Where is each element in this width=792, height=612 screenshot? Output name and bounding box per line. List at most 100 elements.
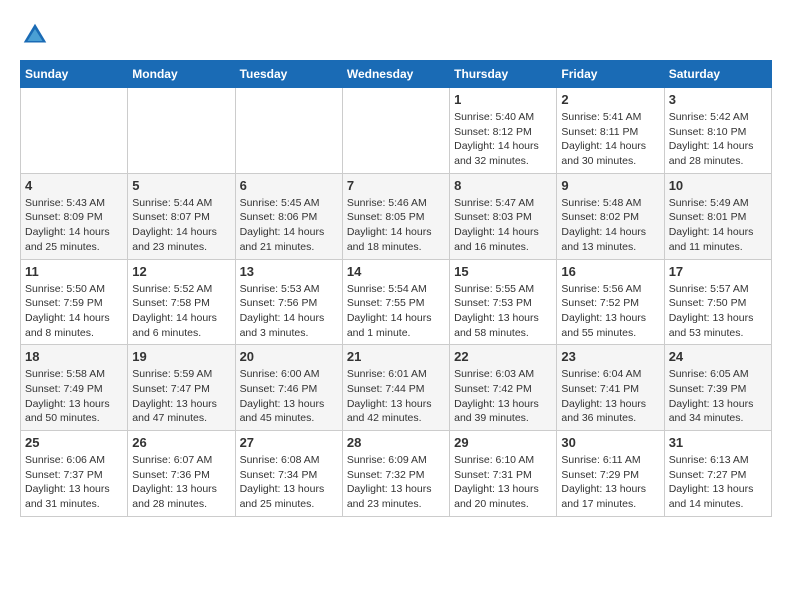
day-info: Sunrise: 6:05 AM Sunset: 7:39 PM Dayligh… [669, 367, 767, 426]
calendar-cell: 25Sunrise: 6:06 AM Sunset: 7:37 PM Dayli… [21, 431, 128, 517]
day-info: Sunrise: 5:41 AM Sunset: 8:11 PM Dayligh… [561, 110, 659, 169]
calendar-cell: 9 Sunrise: 5:48 AM Sunset: 8:02 PM Daylig… [557, 173, 664, 259]
day-number: 31 [669, 435, 767, 450]
day-info: Sunrise: 6:09 AM Sunset: 7:32 PM Dayligh… [347, 453, 445, 512]
day-info: Sunrise: 5:43 AM Sunset: 8:09 PM Dayligh… [25, 196, 123, 255]
day-info: Sunrise: 6:06 AM Sunset: 7:37 PM Dayligh… [25, 453, 123, 512]
calendar-week-row: 18 Sunrise: 5:58 AM Sunset: 7:49 PM Dayli… [21, 345, 772, 431]
day-number: 1 [454, 92, 552, 107]
day-number: 16 [561, 264, 659, 279]
day-number: 11 [25, 264, 123, 279]
weekday-header: Sunday [21, 61, 128, 88]
calendar-cell: 31 Sunrise: 6:13 AM Sunset: 7:27 PM Dayli… [664, 431, 771, 517]
day-number: 6 [240, 178, 338, 193]
calendar-cell: 8 Sunrise: 5:47 AM Sunset: 8:03 PM Daylig… [450, 173, 557, 259]
calendar-cell: 13Sunrise: 5:53 AM Sunset: 7:56 PM Dayli… [235, 259, 342, 345]
day-number: 26 [132, 435, 230, 450]
calendar-cell: 23 Sunrise: 6:04 AM Sunset: 7:41 PM Dayli… [557, 345, 664, 431]
day-info: Sunrise: 6:10 AM Sunset: 7:31 PM Dayligh… [454, 453, 552, 512]
day-info: Sunrise: 5:48 AM Sunset: 8:02 PM Dayligh… [561, 196, 659, 255]
day-number: 29 [454, 435, 552, 450]
day-number: 13 [240, 264, 338, 279]
day-number: 30 [561, 435, 659, 450]
calendar-cell: 5Sunrise: 5:44 AM Sunset: 8:07 PM Daylig… [128, 173, 235, 259]
calendar-cell: 12 Sunrise: 5:52 AM Sunset: 7:58 PM Dayli… [128, 259, 235, 345]
logo [20, 20, 54, 50]
day-number: 15 [454, 264, 552, 279]
day-info: Sunrise: 5:49 AM Sunset: 8:01 PM Dayligh… [669, 196, 767, 255]
day-info: Sunrise: 5:57 AM Sunset: 7:50 PM Dayligh… [669, 282, 767, 341]
calendar-week-row: 11 Sunrise: 5:50 AM Sunset: 7:59 PM Dayli… [21, 259, 772, 345]
day-number: 5 [132, 178, 230, 193]
day-number: 20 [240, 349, 338, 364]
calendar-cell: 20 Sunrise: 6:00 AM Sunset: 7:46 PM Dayli… [235, 345, 342, 431]
weekday-header: Friday [557, 61, 664, 88]
calendar-cell: 21 Sunrise: 6:01 AM Sunset: 7:44 PM Dayli… [342, 345, 449, 431]
calendar-cell: 19 Sunrise: 5:59 AM Sunset: 7:47 PM Dayli… [128, 345, 235, 431]
day-info: Sunrise: 6:00 AM Sunset: 7:46 PM Dayligh… [240, 367, 338, 426]
day-number: 17 [669, 264, 767, 279]
calendar-cell: 29 Sunrise: 6:10 AM Sunset: 7:31 PM Dayli… [450, 431, 557, 517]
day-info: Sunrise: 5:58 AM Sunset: 7:49 PM Dayligh… [25, 367, 123, 426]
day-info: Sunrise: 6:13 AM Sunset: 7:27 PM Dayligh… [669, 453, 767, 512]
day-number: 18 [25, 349, 123, 364]
day-info: Sunrise: 6:08 AM Sunset: 7:34 PM Dayligh… [240, 453, 338, 512]
day-number: 23 [561, 349, 659, 364]
calendar-header-row: SundayMondayTuesdayWednesdayThursdayFrid… [21, 61, 772, 88]
day-info: Sunrise: 5:40 AM Sunset: 8:12 PM Dayligh… [454, 110, 552, 169]
weekday-header: Monday [128, 61, 235, 88]
calendar-cell: 4Sunrise: 5:43 AM Sunset: 8:09 PM Daylig… [21, 173, 128, 259]
weekday-header: Thursday [450, 61, 557, 88]
day-info: Sunrise: 6:11 AM Sunset: 7:29 PM Dayligh… [561, 453, 659, 512]
day-info: Sunrise: 5:56 AM Sunset: 7:52 PM Dayligh… [561, 282, 659, 341]
day-info: Sunrise: 5:52 AM Sunset: 7:58 PM Dayligh… [132, 282, 230, 341]
calendar-cell: 15 Sunrise: 5:55 AM Sunset: 7:53 PM Dayli… [450, 259, 557, 345]
day-number: 28 [347, 435, 445, 450]
day-info: Sunrise: 6:04 AM Sunset: 7:41 PM Dayligh… [561, 367, 659, 426]
day-number: 22 [454, 349, 552, 364]
calendar-cell: 6 Sunrise: 5:45 AM Sunset: 8:06 PM Daylig… [235, 173, 342, 259]
day-number: 19 [132, 349, 230, 364]
day-info: Sunrise: 6:07 AM Sunset: 7:36 PM Dayligh… [132, 453, 230, 512]
day-number: 24 [669, 349, 767, 364]
day-number: 21 [347, 349, 445, 364]
day-info: Sunrise: 5:42 AM Sunset: 8:10 PM Dayligh… [669, 110, 767, 169]
calendar-cell: 17 Sunrise: 5:57 AM Sunset: 7:50 PM Dayli… [664, 259, 771, 345]
calendar-cell: 27Sunrise: 6:08 AM Sunset: 7:34 PM Dayli… [235, 431, 342, 517]
calendar-cell: 16 Sunrise: 5:56 AM Sunset: 7:52 PM Dayli… [557, 259, 664, 345]
calendar-cell: 10 Sunrise: 5:49 AM Sunset: 8:01 PM Dayli… [664, 173, 771, 259]
day-number: 2 [561, 92, 659, 107]
page-header [20, 20, 772, 50]
day-number: 10 [669, 178, 767, 193]
calendar-cell [21, 88, 128, 174]
calendar: SundayMondayTuesdayWednesdayThursdayFrid… [20, 60, 772, 517]
day-info: Sunrise: 5:46 AM Sunset: 8:05 PM Dayligh… [347, 196, 445, 255]
calendar-week-row: 1 Sunrise: 5:40 AM Sunset: 8:12 PM Daylig… [21, 88, 772, 174]
calendar-cell: 18 Sunrise: 5:58 AM Sunset: 7:49 PM Dayli… [21, 345, 128, 431]
calendar-cell: 14Sunrise: 5:54 AM Sunset: 7:55 PM Dayli… [342, 259, 449, 345]
calendar-week-row: 4Sunrise: 5:43 AM Sunset: 8:09 PM Daylig… [21, 173, 772, 259]
calendar-cell: 3 Sunrise: 5:42 AM Sunset: 8:10 PM Daylig… [664, 88, 771, 174]
day-number: 14 [347, 264, 445, 279]
day-info: Sunrise: 5:47 AM Sunset: 8:03 PM Dayligh… [454, 196, 552, 255]
day-info: Sunrise: 5:55 AM Sunset: 7:53 PM Dayligh… [454, 282, 552, 341]
calendar-cell: 28 Sunrise: 6:09 AM Sunset: 7:32 PM Dayli… [342, 431, 449, 517]
calendar-cell: 22Sunrise: 6:03 AM Sunset: 7:42 PM Dayli… [450, 345, 557, 431]
day-info: Sunrise: 5:59 AM Sunset: 7:47 PM Dayligh… [132, 367, 230, 426]
day-number: 3 [669, 92, 767, 107]
day-info: Sunrise: 6:01 AM Sunset: 7:44 PM Dayligh… [347, 367, 445, 426]
day-number: 9 [561, 178, 659, 193]
day-number: 7 [347, 178, 445, 193]
calendar-cell: 7 Sunrise: 5:46 AM Sunset: 8:05 PM Daylig… [342, 173, 449, 259]
day-info: Sunrise: 5:45 AM Sunset: 8:06 PM Dayligh… [240, 196, 338, 255]
calendar-cell: 11 Sunrise: 5:50 AM Sunset: 7:59 PM Dayli… [21, 259, 128, 345]
day-number: 12 [132, 264, 230, 279]
day-number: 8 [454, 178, 552, 193]
day-info: Sunrise: 5:50 AM Sunset: 7:59 PM Dayligh… [25, 282, 123, 341]
calendar-week-row: 25Sunrise: 6:06 AM Sunset: 7:37 PM Dayli… [21, 431, 772, 517]
calendar-cell [235, 88, 342, 174]
weekday-header: Wednesday [342, 61, 449, 88]
calendar-cell [342, 88, 449, 174]
calendar-cell: 2 Sunrise: 5:41 AM Sunset: 8:11 PM Daylig… [557, 88, 664, 174]
calendar-cell [128, 88, 235, 174]
